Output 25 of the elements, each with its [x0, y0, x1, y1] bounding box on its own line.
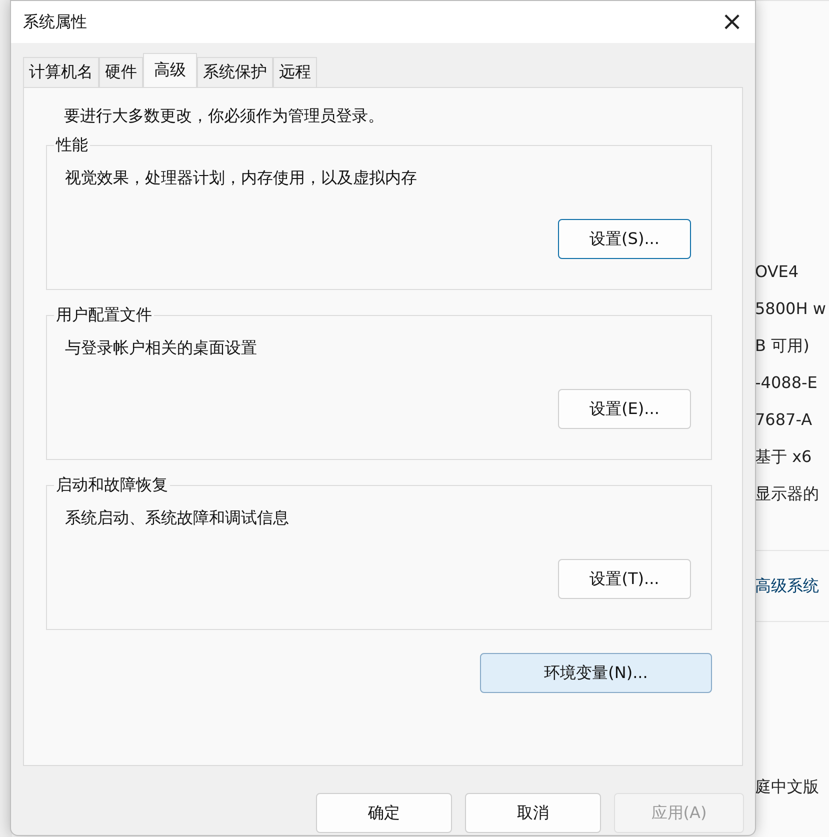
info-text: OVE4 — [754, 261, 800, 283]
group-description: 视觉效果，处理器计划，内存使用，以及虚拟内存 — [65, 168, 417, 189]
window-title: 系统属性 — [23, 12, 87, 32]
settings-button[interactable]: 设置(E)... — [558, 389, 691, 429]
settings-button[interactable]: 设置(T)... — [558, 559, 691, 599]
dialog-button[interactable]: 取消 — [465, 793, 601, 833]
info-text: B 可用) — [754, 335, 810, 357]
info-text: 基于 x6 — [754, 446, 813, 468]
tab[interactable]: 远程 — [273, 57, 317, 87]
group-description: 系统启动、系统故障和调试信息 — [65, 508, 289, 529]
dialog-button[interactable]: 确定 — [316, 793, 452, 833]
notice-text: 要进行大多数更改，你必须作为管理员登录。 — [64, 106, 385, 127]
tab[interactable]: 硬件 — [99, 57, 143, 87]
info-text: -4088-E — [754, 372, 818, 394]
tab[interactable]: 高级 — [143, 53, 197, 87]
environment-variables-button[interactable]: 环境变量(N)... — [480, 653, 712, 693]
info-text: 7687-A — [754, 409, 814, 431]
tab[interactable]: 计算机名 — [23, 57, 99, 87]
tab[interactable]: 系统保护 — [197, 57, 273, 87]
info-text: 5800H w — [754, 298, 827, 320]
group-description: 与登录帐户相关的桌面设置 — [65, 338, 257, 359]
info-text: 显示器的 — [754, 483, 820, 505]
settings-button[interactable]: 设置(S)... — [558, 219, 691, 259]
info-text: 庭中文版 — [754, 776, 820, 798]
close-button[interactable]: × — [709, 1, 755, 43]
